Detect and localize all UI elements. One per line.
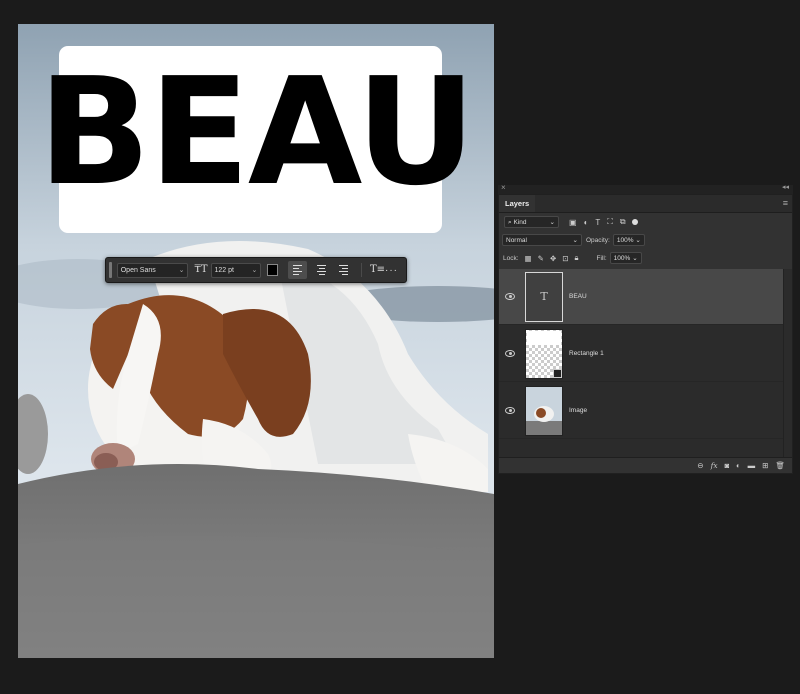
fill-value: 100% bbox=[613, 255, 631, 262]
filter-type-icon[interactable]: T bbox=[595, 218, 600, 227]
layer-filter-row: ⌕ Kind ⌄ ▣ ◐ T ⛶ ⧉ bbox=[499, 216, 792, 228]
taskbar-divider bbox=[361, 263, 362, 277]
fill-field[interactable]: 100% ⌄ bbox=[609, 252, 642, 264]
filter-smart-object-icon[interactable]: ⧉ bbox=[620, 217, 626, 227]
align-right-icon bbox=[339, 265, 349, 275]
group-folder-icon[interactable]: ▬ bbox=[748, 461, 756, 470]
type-icon: T bbox=[540, 290, 548, 303]
align-center-icon bbox=[317, 265, 327, 275]
text-options-icon[interactable]: T≡ bbox=[370, 258, 385, 282]
new-layer-icon[interactable]: ⊞ bbox=[762, 461, 768, 470]
font-size-value: 122 pt bbox=[214, 266, 234, 274]
font-family-select[interactable]: Open Sans ⌄ bbox=[116, 262, 189, 278]
taskbar-drag-handle[interactable] bbox=[109, 262, 112, 278]
layer-row-image[interactable]: Image bbox=[499, 383, 784, 439]
chevron-down-icon: ⌄ bbox=[632, 255, 638, 262]
visibility-eye-icon[interactable] bbox=[505, 293, 515, 300]
shape-badge-icon bbox=[553, 368, 562, 378]
panel-menu-icon[interactable]: ≡ bbox=[783, 198, 788, 208]
filter-toggle-icon[interactable] bbox=[631, 219, 638, 225]
filter-kind-select[interactable]: ⌕ Kind ⌄ bbox=[504, 216, 559, 228]
visibility-eye-icon[interactable] bbox=[505, 350, 515, 357]
chevron-down-icon: ⌄ bbox=[251, 266, 258, 274]
opacity-label: Opacity: bbox=[586, 236, 610, 244]
layers-list: T BEAU Rectangle 1 Image bbox=[499, 269, 792, 459]
opacity-value: 100% bbox=[616, 237, 634, 244]
lock-all-icon[interactable]: 🔒︎ bbox=[575, 253, 579, 263]
visibility-eye-icon[interactable] bbox=[505, 407, 515, 414]
align-left-button[interactable] bbox=[288, 261, 307, 279]
layer-name: Image bbox=[569, 407, 588, 414]
opacity-field[interactable]: 100% ⌄ bbox=[612, 234, 645, 246]
lock-transparent-pixels-icon[interactable]: ▦ bbox=[525, 254, 532, 263]
layer-name: Rectangle 1 bbox=[569, 350, 604, 357]
panel-tabs: Layers ≡ bbox=[499, 195, 792, 213]
link-icon[interactable]: ⊖ bbox=[697, 461, 703, 470]
collapse-panel-icon[interactable]: ◂◂ bbox=[782, 183, 789, 191]
layers-panel: Layers ≡ ⌕ Kind ⌄ ▣ ◐ T ⛶ ⧉ Normal ⌄ Opa… bbox=[498, 194, 793, 474]
layer-row-rectangle-1[interactable]: Rectangle 1 bbox=[499, 326, 784, 382]
filter-shape-icon[interactable]: ⛶ bbox=[607, 217, 613, 227]
mask-icon[interactable]: ◙ bbox=[725, 461, 730, 470]
align-right-button[interactable] bbox=[335, 261, 353, 279]
layer-row-beau[interactable]: T BEAU bbox=[499, 269, 784, 325]
chevron-down-icon: ⌄ bbox=[635, 237, 641, 244]
font-family-value: Open Sans bbox=[120, 266, 156, 274]
layer-name: BEAU bbox=[569, 293, 587, 300]
lock-position-icon[interactable]: ✥ bbox=[550, 254, 556, 263]
lock-artboard-icon[interactable]: ⊡ bbox=[562, 254, 568, 263]
text-layer-thumbnail: T bbox=[525, 271, 563, 322]
align-center-button[interactable] bbox=[313, 261, 331, 279]
search-icon: ⌕ bbox=[508, 219, 512, 226]
close-panel-icon[interactable]: × bbox=[501, 183, 506, 192]
blend-opacity-row: Normal ⌄ Opacity: 100% ⌄ bbox=[499, 234, 792, 246]
layers-panel-footer: ⊖ fx ◙ ◐ ▬ ⊞ 🗑︎ bbox=[499, 457, 792, 473]
contextual-task-bar: Open Sans ⌄ ₸T 122 pt ⌄ T≡ ··· bbox=[105, 257, 407, 283]
blend-mode-select[interactable]: Normal ⌄ bbox=[502, 234, 582, 246]
chevron-down-icon: ⌄ bbox=[178, 266, 185, 274]
trash-icon[interactable]: 🗑︎ bbox=[775, 461, 785, 470]
image-layer-thumbnail bbox=[525, 385, 563, 436]
lock-label: Lock: bbox=[503, 254, 519, 262]
document-canvas[interactable]: BEAU bbox=[18, 24, 494, 658]
font-size-select[interactable]: 122 pt ⌄ bbox=[210, 262, 262, 278]
lock-image-pixels-icon[interactable]: ✎ bbox=[538, 254, 544, 263]
fx-icon[interactable]: fx bbox=[711, 461, 718, 470]
fill-label: Fill: bbox=[596, 254, 607, 262]
filter-pixel-icon[interactable]: ▣ bbox=[569, 218, 577, 227]
more-icon[interactable]: ··· bbox=[385, 265, 398, 276]
chevron-down-icon: ⌄ bbox=[572, 237, 578, 244]
lock-fill-row: Lock: ▦ ✎ ✥ ⊡ 🔒︎ Fill: 100% ⌄ bbox=[499, 252, 792, 264]
filter-kind-value: Kind bbox=[513, 219, 527, 226]
text-size-icon: ₸T bbox=[194, 264, 208, 275]
align-left-icon bbox=[293, 265, 303, 275]
tab-layers[interactable]: Layers bbox=[499, 195, 536, 212]
text-color-swatch[interactable] bbox=[267, 264, 279, 276]
beau-headline-text[interactable]: BEAU bbox=[18, 57, 494, 207]
layers-scrollbar[interactable] bbox=[783, 269, 792, 459]
chevron-down-icon: ⌄ bbox=[549, 219, 555, 226]
shape-layer-thumbnail bbox=[525, 328, 563, 379]
filter-adjustment-icon[interactable]: ◐ bbox=[584, 218, 589, 227]
adjustment-icon[interactable]: ◐ bbox=[736, 461, 741, 470]
blend-mode-value: Normal bbox=[506, 237, 527, 244]
